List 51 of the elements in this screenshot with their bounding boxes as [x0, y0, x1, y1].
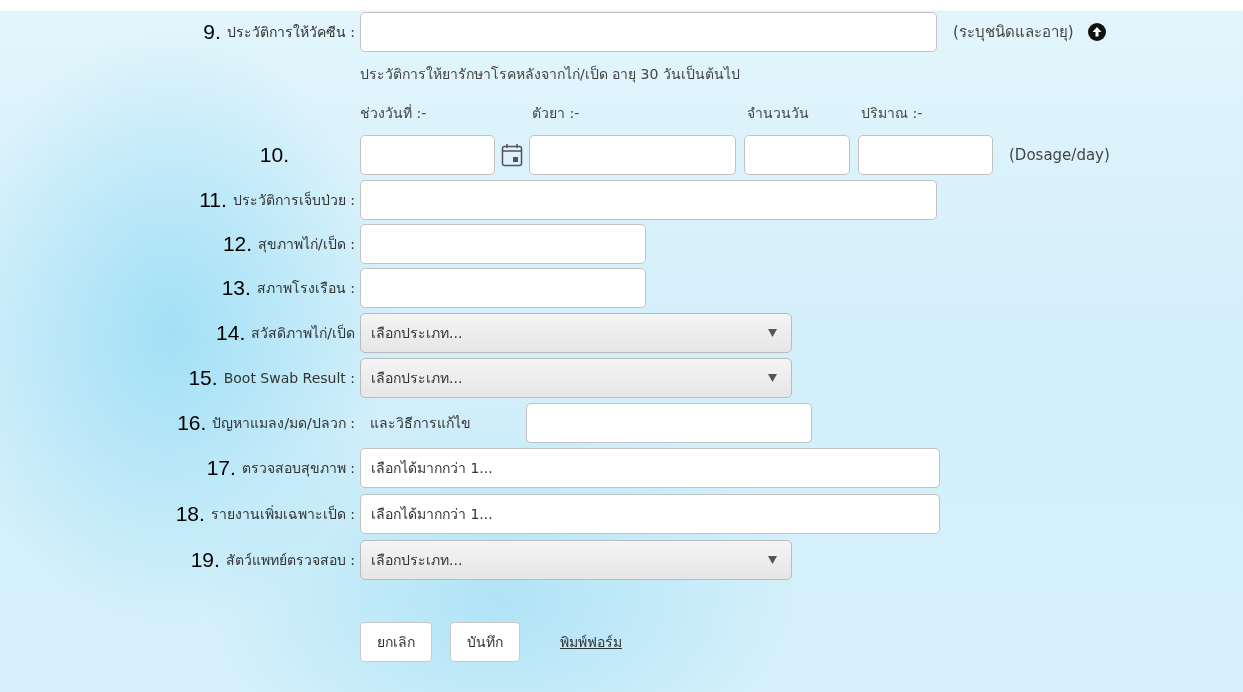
date-field[interactable] — [360, 135, 495, 175]
select-dropdown[interactable]: เลือกประเภท... — [360, 312, 792, 353]
select-dropdown[interactable]: เลือกประเภท... — [360, 357, 792, 398]
field-label: ประวัติการให้วัคซีน : — [226, 23, 355, 42]
item-number: 12. — [222, 232, 253, 256]
field-label: สุขภาพไก่/เป็ด : — [258, 234, 355, 255]
field-label: และวิธีการแก้ไข — [370, 413, 472, 433]
section-note: ประวัติการให้ยารักษาโรคหลังจากไก่/เป็ด อายุ 30 วันเป็นต้นไป — [360, 64, 740, 85]
field-label: ปัญหาแมลง/มด/ปลวก : — [212, 413, 355, 433]
upload-icon[interactable] — [1087, 23, 1106, 41]
text-field[interactable] — [360, 12, 937, 52]
field-label: ตรวจสอบสุขภาพ : — [241, 459, 355, 479]
item-number: 17. — [206, 456, 236, 480]
caret-icon — [768, 555, 777, 564]
item-number: 14. — [216, 320, 246, 345]
field-label: รายงานเพิ่มเฉพาะเป็ด : — [210, 504, 355, 524]
text-field[interactable] — [360, 180, 937, 220]
multi-select-field[interactable]: เลือกได้มากกว่า 1... — [360, 494, 940, 534]
field-label: ประวัติการเจ็บป่วย : — [232, 190, 355, 210]
days-field[interactable] — [744, 135, 850, 175]
caret-icon — [768, 328, 777, 337]
multi-select-field[interactable]: เลือกได้มากกว่า 1... — [360, 448, 940, 488]
text-field[interactable] — [360, 224, 646, 264]
text-field[interactable] — [526, 402, 812, 443]
column-header: ช่วงวันที่ :- — [360, 103, 428, 123]
item-number: 11. — [199, 188, 227, 212]
field-label: Boot Swab Result : — [223, 369, 355, 386]
calendar-icon[interactable] — [501, 143, 523, 167]
drug-field[interactable] — [529, 135, 736, 175]
caret-icon — [768, 373, 777, 382]
text-field[interactable] — [360, 268, 646, 308]
field-label: สวัสดิภาพไก่/เป็ด — [251, 323, 355, 343]
hint-text: (Dosage/day) — [1009, 146, 1110, 164]
column-header: จำนวนวัน — [747, 104, 810, 123]
field-label: สัตว์แพทย์ตรวจสอบ : — [225, 550, 355, 570]
column-header: ตัวยา :- — [532, 104, 581, 123]
item-number: 9. — [203, 20, 221, 44]
save-button[interactable]: บันทึก — [450, 622, 520, 662]
amount-field[interactable] — [858, 135, 993, 175]
item-number: 13. — [221, 276, 251, 300]
hint-text: (ระบุชนิดและอายุ) — [953, 22, 1074, 44]
item-number: 10. — [259, 143, 289, 167]
item-number: 19. — [190, 547, 220, 572]
select-dropdown[interactable]: เลือกประเภท... — [360, 539, 792, 580]
field-label: สภาพโรงเรือน : — [256, 279, 355, 298]
item-number: 18. — [175, 502, 205, 526]
cancel-button[interactable]: ยกเลิก — [360, 622, 432, 662]
item-number: 16. — [177, 410, 207, 435]
print-form-link[interactable]: พิมพ์ฟอร์ม — [560, 631, 622, 653]
item-number: 15. — [188, 365, 218, 390]
column-header: ปริมาณ :- — [861, 104, 924, 123]
